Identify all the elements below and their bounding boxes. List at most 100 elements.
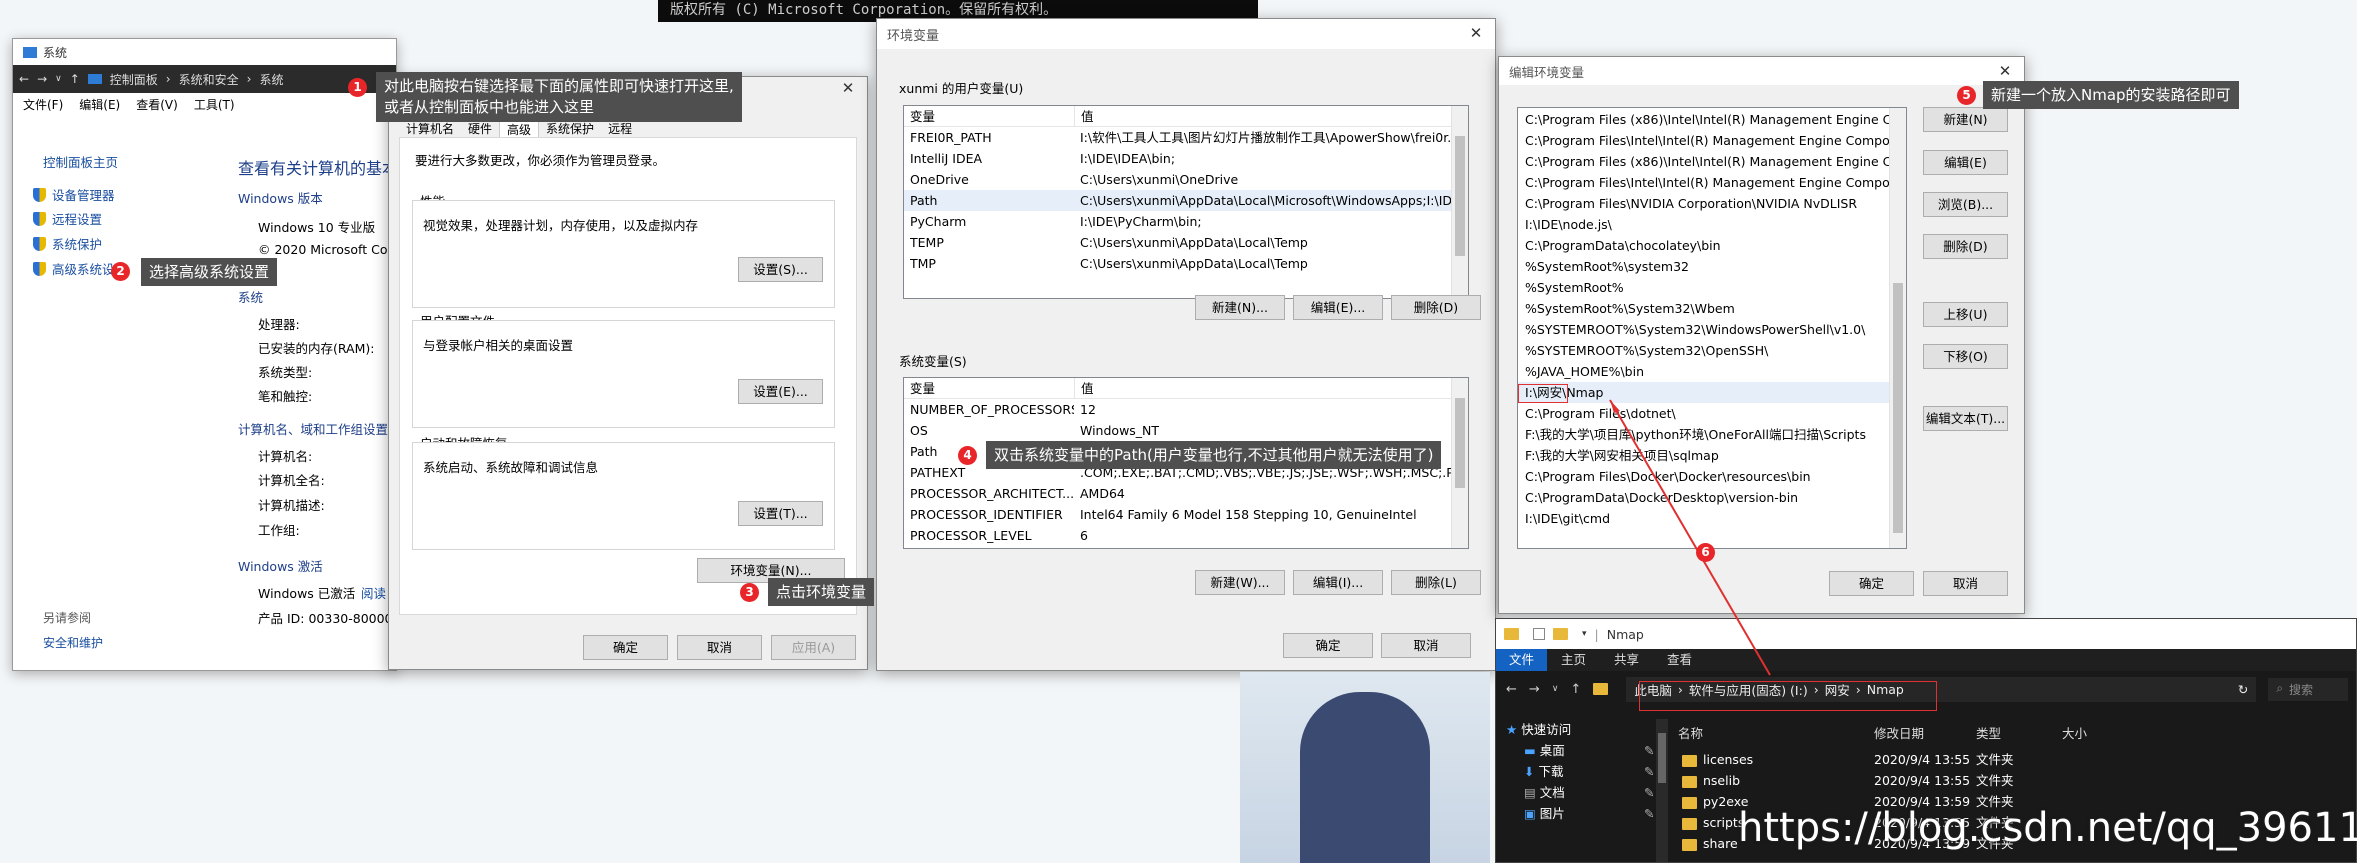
col-val-header[interactable]: 值 (1074, 106, 1468, 126)
list-item[interactable]: C:\Program Files\Intel\Intel(R) Manageme… (1518, 130, 1906, 151)
tab-computer-name[interactable]: 计算机名 (399, 120, 461, 138)
qa-check-icon[interactable] (1533, 628, 1545, 640)
nav-quick-access[interactable]: ★ 快速访问 (1506, 719, 1571, 740)
col-name[interactable]: 名称 (1678, 723, 1703, 742)
tab-system-protection[interactable]: 系统保护 (539, 120, 601, 138)
env-cancel-button[interactable]: 取消 (1381, 633, 1471, 658)
edit-delete-button[interactable]: 删除(D) (1923, 234, 2008, 259)
menu-tools[interactable]: 工具(T) (194, 96, 235, 113)
list-item[interactable]: C:\ProgramData\chocolatey\bin (1518, 235, 1906, 256)
table-row[interactable]: PROCESSOR_IDENTIFIER Intel64 Family 6 Mod… (904, 504, 1468, 525)
table-row[interactable]: TMP C:\Users\xunmi\AppData\Local\Temp (904, 253, 1468, 274)
edit-new-button[interactable]: 新建(N) (1923, 107, 2008, 132)
back-arrow-icon[interactable]: ← (1506, 682, 1517, 697)
sys-edit-button[interactable]: 编辑(I)... (1293, 570, 1383, 595)
col-var-header[interactable]: 变量 (904, 106, 1074, 126)
edit-move-down-button[interactable]: 下移(O) (1923, 344, 2008, 369)
user-edit-button[interactable]: 编辑(E)... (1293, 295, 1383, 320)
nav-downloads[interactable]: ⬇ 下载 ✎ (1524, 761, 1654, 782)
sidebar-home-link[interactable]: 控制面板主页 (43, 152, 118, 171)
sidebar-item-protection[interactable]: 系统保护 (33, 234, 102, 253)
menu-view[interactable]: 查看(V) (136, 96, 178, 113)
scrollbar[interactable] (1451, 106, 1468, 298)
cancel-button[interactable]: 取消 (677, 635, 762, 660)
edit-browse-button[interactable]: 浏览(B)... (1923, 192, 2008, 217)
sys-delete-button[interactable]: 删除(L) (1391, 570, 1481, 595)
scrollbar[interactable] (1451, 378, 1468, 548)
col-size[interactable]: 大小 (2062, 723, 2087, 742)
table-row[interactable]: PROCESSOR_ARCHITECT... AMD64 (904, 483, 1468, 504)
table-row[interactable]: TEMP C:\Users\xunmi\AppData\Local\Temp (904, 232, 1468, 253)
list-item[interactable]: %SystemRoot%\system32 (1518, 256, 1906, 277)
nav-documents[interactable]: ▤ 文档 ✎ (1524, 782, 1654, 803)
scrollbar-thumb[interactable] (1455, 398, 1465, 488)
table-row[interactable]: licenses 2020/9/4 13:55 文件夹 (1676, 749, 2356, 770)
tab-remote[interactable]: 远程 (601, 120, 639, 138)
chevron-down-icon[interactable]: ∨ (1552, 684, 1559, 694)
table-row[interactable]: nselib 2020/9/4 13:55 文件夹 (1676, 770, 2356, 791)
list-item[interactable]: %JAVA_HOME%\bin (1518, 361, 1906, 382)
ribbon-tab-home[interactable]: 主页 (1547, 649, 1600, 671)
sys-new-button[interactable]: 新建(W)... (1195, 570, 1285, 595)
scrollbar[interactable] (1889, 108, 1906, 548)
nav-desktop[interactable]: ▬ 桌面 ✎ (1524, 740, 1654, 761)
back-arrow-icon[interactable]: ← (19, 72, 29, 86)
list-item[interactable]: %SYSTEMROOT%\System32\OpenSSH\ (1518, 340, 1906, 361)
close-icon[interactable]: ✕ (837, 77, 859, 99)
tab-hardware[interactable]: 硬件 (461, 120, 499, 138)
col-val-header[interactable]: 值 (1074, 378, 1468, 398)
see-also-security-link[interactable]: 安全和维护 (43, 634, 103, 651)
table-row[interactable]: OneDrive C:\Users\xunmi\OneDrive (904, 169, 1468, 190)
env-ok-button[interactable]: 确定 (1283, 633, 1373, 658)
startup-settings-button[interactable]: 设置(T)... (738, 501, 823, 526)
breadcrumb-control-panel[interactable]: 控制面板 (110, 71, 158, 88)
list-item[interactable]: %SystemRoot% (1518, 277, 1906, 298)
col-type[interactable]: 类型 (1976, 723, 2001, 742)
menu-file[interactable]: 文件(F) (23, 96, 63, 113)
edit-cancel-button[interactable]: 取消 (1923, 571, 2008, 596)
ribbon-tab-file[interactable]: 文件 (1496, 649, 1548, 671)
breadcrumb-system[interactable]: 系统 (259, 71, 283, 88)
table-row[interactable]: OS Windows_NT (904, 420, 1468, 441)
forward-arrow-icon[interactable]: → (1529, 682, 1540, 697)
perf-settings-button[interactable]: 设置(S)... (738, 257, 823, 282)
menu-edit[interactable]: 编辑(E) (79, 96, 120, 113)
list-item[interactable]: C:\Program Files (x86)\Intel\Intel(R) Ma… (1518, 109, 1906, 130)
list-item[interactable]: I:\IDE\node.js\ (1518, 214, 1906, 235)
search-box[interactable]: ⌕ 搜索 (2268, 677, 2349, 701)
edit-text-button[interactable]: 编辑文本(T)... (1923, 406, 2008, 431)
sidebar-item-remote[interactable]: 远程设置 (33, 209, 102, 228)
scrollbar-thumb[interactable] (1455, 136, 1465, 256)
table-row[interactable]: IntelliJ IDEA I:\IDE\IDEA\bin; (904, 148, 1468, 169)
list-item[interactable]: %SYSTEMROOT%\System32\WindowsPowerShell\… (1518, 319, 1906, 340)
list-item[interactable]: C:\Program Files (x86)\Intel\Intel(R) Ma… (1518, 151, 1906, 172)
close-icon[interactable]: ✕ (1465, 22, 1487, 44)
breadcrumb-security[interactable]: 系统和安全 (179, 71, 239, 88)
list-item[interactable]: C:\Program Files\NVIDIA Corporation\NVID… (1518, 193, 1906, 214)
profile-settings-button[interactable]: 设置(E)... (738, 379, 823, 404)
up-arrow-icon[interactable]: ↑ (70, 72, 80, 86)
col-var-header[interactable]: 变量 (904, 378, 1074, 398)
apply-button[interactable]: 应用(A) (771, 635, 856, 660)
table-row[interactable]: PROCESSOR_LEVEL 6 (904, 525, 1468, 546)
scrollbar-thumb[interactable] (1658, 733, 1666, 783)
refresh-icon[interactable]: ↻ (2238, 682, 2248, 697)
edit-edit-button[interactable]: 编辑(E) (1923, 150, 2008, 175)
chevron-down-icon[interactable]: ∨ (55, 74, 62, 84)
table-row[interactable]: Path C:\Users\xunmi\AppData\Local\Microso… (904, 190, 1468, 211)
edit-ok-button[interactable]: 确定 (1829, 571, 1914, 596)
dropdown-icon[interactable]: ▾ (1582, 629, 1587, 639)
scrollbar-thumb[interactable] (1893, 283, 1903, 533)
table-row[interactable]: NUMBER_OF_PROCESSORS 12 (904, 399, 1468, 420)
user-vars-list[interactable]: 变量 值 FREI0R_PATH I:\软件\工具人工具\图片幻灯片播放制作工具\… (903, 105, 1469, 299)
sidebar-item-device-manager[interactable]: 设备管理器 (33, 185, 115, 204)
tab-advanced[interactable]: 高级 (499, 120, 540, 138)
user-new-button[interactable]: 新建(N)... (1195, 295, 1285, 320)
navpane-scrollbar[interactable] (1656, 719, 1668, 862)
list-item[interactable]: %SystemRoot%\System32\Wbem (1518, 298, 1906, 319)
table-row[interactable]: FREI0R_PATH I:\软件\工具人工具\图片幻灯片播放制作工具\Apowe… (904, 127, 1468, 148)
table-row[interactable]: PyCharm I:\IDE\PyCharm\bin; (904, 211, 1468, 232)
forward-arrow-icon[interactable]: → (37, 72, 47, 86)
col-date[interactable]: 修改日期 (1874, 723, 1924, 742)
close-icon[interactable]: ✕ (1994, 60, 2016, 82)
